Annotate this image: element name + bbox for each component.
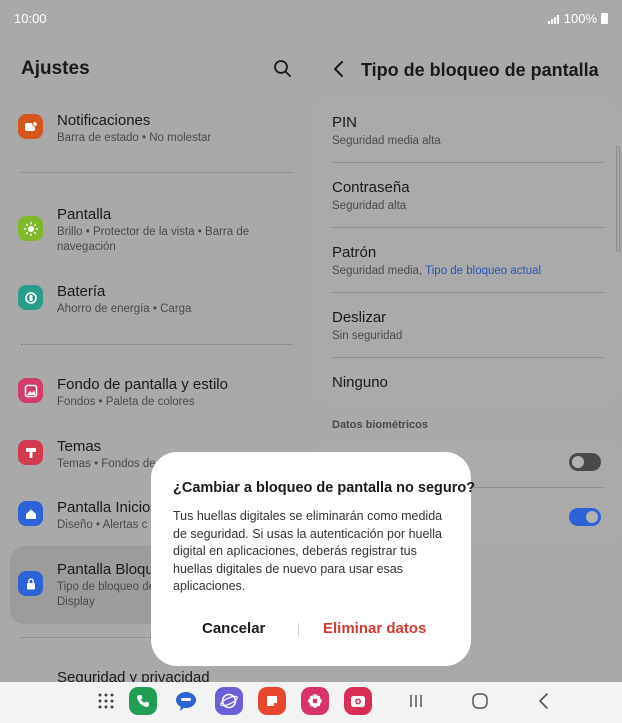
phone-icon[interactable] [129, 687, 157, 715]
image-icon [18, 378, 43, 403]
item-subtitle: Brillo • Protector de la vista • Barra d… [57, 226, 250, 253]
battery-status-icon [601, 13, 608, 24]
search-icon[interactable] [272, 58, 294, 80]
biometrics-section-label: Datos biométricos [332, 419, 428, 431]
detail-title: Tipo de bloqueo de pantalla [361, 60, 599, 80]
status-bar: 10:00 100% [0, 0, 622, 36]
messages-icon[interactable] [172, 687, 200, 715]
divider [332, 357, 604, 358]
delete-data-button[interactable]: Eliminar datos [323, 620, 426, 637]
toggle-knob [586, 511, 598, 523]
signal-icon [547, 14, 560, 24]
option-title: Deslizar [332, 309, 387, 326]
divider [21, 344, 293, 345]
lock-option-pin[interactable]: PIN Seguridad media alta [332, 114, 604, 147]
status-time: 10:00 [14, 11, 47, 26]
item-title: Batería [57, 283, 106, 300]
lock-icon [18, 571, 43, 596]
lock-option-none[interactable]: Ninguno [332, 374, 604, 391]
current-lock-type-label: Tipo de bloqueo actual [425, 265, 542, 277]
brush-icon [18, 440, 43, 465]
option-subtitle: Seguridad media alta [332, 135, 441, 147]
scrollbar[interactable] [616, 146, 620, 252]
button-separator [298, 623, 299, 637]
recents-icon[interactable] [408, 691, 424, 711]
cancel-button[interactable]: Cancelar [202, 620, 265, 637]
option-title: PIN [332, 114, 358, 131]
option-subtitle: Seguridad media, Tipo de bloqueo actual [332, 265, 604, 277]
internet-icon[interactable] [215, 687, 243, 715]
item-subtitle: Ahorro de energía • Carga [57, 303, 192, 315]
camera-icon[interactable] [344, 687, 372, 715]
biometric-toggle-off[interactable] [569, 453, 601, 471]
item-title: Notificaciones [57, 112, 151, 129]
back-arrow-icon[interactable] [330, 58, 348, 80]
battery-icon [18, 285, 43, 310]
lock-option-pattern[interactable]: Patrón Seguridad media, Tipo de bloqueo … [332, 244, 604, 277]
option-title: Patrón [332, 244, 377, 261]
item-subtitle: Barra de estado • No molestar [57, 132, 212, 144]
option-subtitle: Seguridad alta [332, 200, 407, 212]
home-button-icon[interactable] [470, 691, 490, 711]
bell-icon [18, 114, 43, 139]
lock-option-password[interactable]: Contraseña Seguridad alta [332, 179, 604, 212]
flower-icon[interactable] [301, 687, 329, 715]
status-indicators: 100% [547, 11, 608, 26]
notes-icon[interactable] [258, 687, 286, 715]
apps-grid-icon[interactable] [92, 687, 120, 715]
option-subtitle-text: Seguridad media, [332, 265, 426, 277]
biometric-toggle-on[interactable] [569, 508, 601, 526]
page-title: Ajustes [21, 58, 90, 79]
sun-icon [18, 216, 43, 241]
confirm-dialog: ¿Cambiar a bloqueo de pantalla no seguro… [151, 452, 475, 666]
item-title: Fondo de pantalla y estilo [57, 376, 228, 393]
item-title: Pantalla [57, 206, 112, 223]
back-icon[interactable] [536, 691, 552, 711]
divider [332, 292, 604, 293]
home-icon [18, 501, 43, 526]
dialog-title: ¿Cambiar a bloqueo de pantalla no seguro… [173, 480, 476, 496]
lock-option-swipe[interactable]: Deslizar Sin seguridad [332, 309, 604, 342]
divider [21, 172, 293, 173]
toggle-knob [572, 456, 584, 468]
option-subtitle: Sin seguridad [332, 330, 403, 342]
option-title: Ninguno [332, 374, 388, 391]
divider [332, 227, 604, 228]
dialog-body: Tus huellas digitales se eliminarán como… [173, 509, 443, 593]
battery-percent: 100% [563, 11, 597, 26]
item-title: Pantalla Inicio [57, 499, 151, 516]
option-title: Contraseña [332, 179, 410, 196]
item-title: Temas [57, 438, 102, 455]
divider [332, 162, 604, 163]
item-title: Pantalla Bloqu [57, 561, 154, 578]
item-subtitle: Fondos • Paleta de colores [57, 396, 195, 408]
navigation-bar [0, 682, 622, 723]
